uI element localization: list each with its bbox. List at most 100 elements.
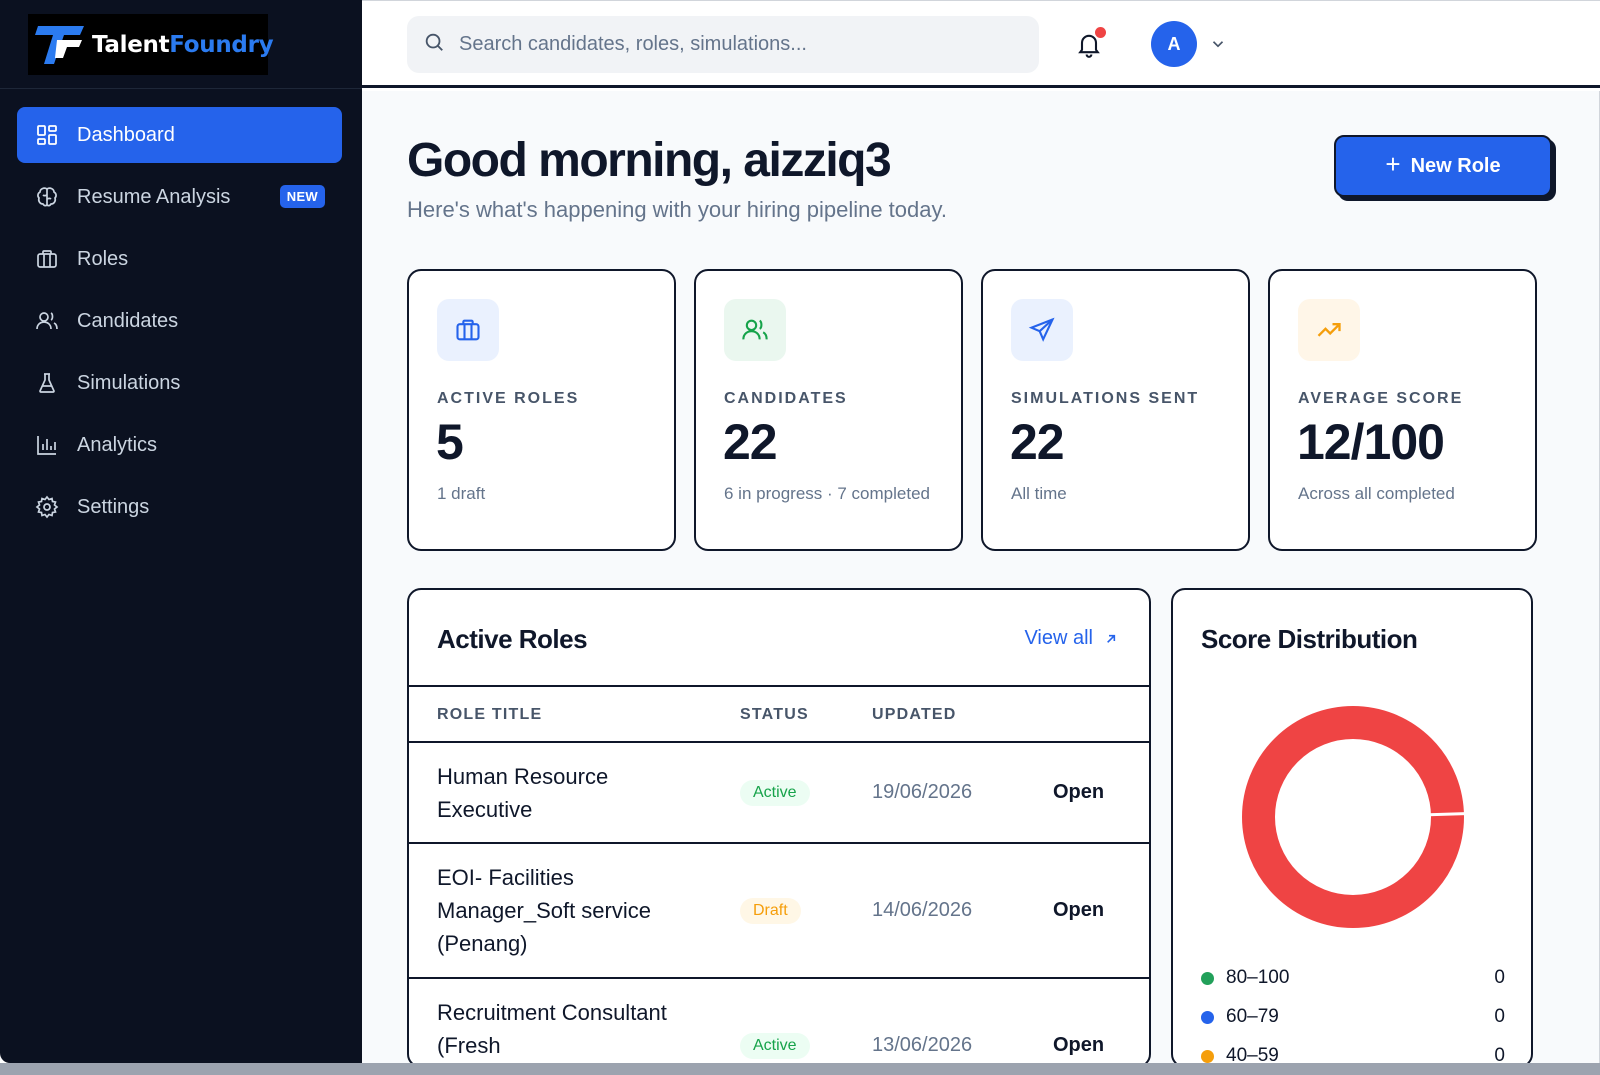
stat-label: AVERAGE SCORE — [1298, 390, 1464, 407]
score-distribution-panel: Score Distribution 80–100 0 60–79 0 40–5… — [1171, 588, 1533, 1068]
sidebar-item-roles[interactable]: Roles — [17, 231, 342, 287]
sidebar: TalentFoundry Dashboard Resume Analysis … — [0, 0, 362, 1063]
sidebar-item-label: Settings — [77, 495, 150, 518]
role-title: Human Resource Executive — [437, 764, 609, 822]
legend-item: 80–100 0 — [1201, 964, 1505, 992]
column-header-updated: UPDATED — [872, 706, 957, 723]
stat-card-simulations-sent: SIMULATIONS SENT 22 All time — [981, 269, 1250, 551]
brand-logo[interactable]: TalentFoundry — [28, 14, 274, 75]
stat-value: 5 — [436, 414, 464, 470]
sidebar-item-label: Analytics — [77, 433, 158, 456]
main-content: Good morning, aizziq3 Here's what's happ… — [362, 91, 1600, 1068]
table-row[interactable]: Recruitment Consultant (Fresh Active 13/… — [409, 979, 1149, 1066]
status-badge: Active — [740, 780, 810, 806]
briefcase-icon — [437, 299, 499, 361]
top-bar: A — [362, 0, 1600, 88]
open-role-button[interactable]: Open — [1053, 899, 1104, 922]
legend-dot — [1201, 971, 1214, 985]
donut-slice-0–39 — [1242, 706, 1465, 928]
notification-dot — [1095, 27, 1106, 38]
briefcase-icon — [35, 247, 59, 271]
role-title: Recruitment Consultant (Fresh — [437, 1000, 667, 1058]
open-role-button[interactable]: Open — [1053, 781, 1104, 804]
column-header-role-title: ROLE TITLE — [437, 706, 543, 723]
brand-name-part2: Foundry — [169, 31, 274, 58]
updated-date: 13/06/2026 — [872, 1034, 973, 1056]
users-icon — [35, 309, 59, 333]
status-badge: Draft — [740, 898, 801, 924]
sidebar-divider — [0, 88, 362, 89]
legend-item: 60–79 0 — [1201, 1003, 1505, 1031]
sidebar-item-simulations[interactable]: Simulations — [17, 355, 342, 411]
users-icon — [724, 299, 786, 361]
arrow-up-right-icon — [1107, 634, 1116, 643]
logo-mark-icon — [34, 20, 88, 70]
legend-dot — [1201, 1049, 1214, 1063]
brand-name: TalentFoundry — [92, 31, 274, 58]
brain-icon — [35, 185, 59, 209]
bar-chart-icon — [35, 433, 59, 457]
stat-label: SIMULATIONS SENT — [1011, 390, 1200, 407]
plus-icon: + — [1385, 149, 1401, 179]
stat-card-candidates: CANDIDATES 22 6 in progress · 7 complete… — [694, 269, 963, 551]
stat-card-active-roles: ACTIVE ROLES 5 1 draft — [407, 269, 676, 551]
sidebar-item-label: Roles — [77, 247, 129, 270]
sidebar-item-resume-analysis[interactable]: Resume Analysis NEW — [17, 169, 342, 225]
sidebar-item-candidates[interactable]: Candidates — [17, 293, 342, 349]
send-icon — [1011, 299, 1073, 361]
sidebar-item-label: Candidates — [77, 309, 179, 332]
new-badge: NEW — [279, 185, 325, 208]
legend-range: 60–79 — [1226, 1006, 1279, 1027]
trending-up-icon — [1298, 299, 1360, 361]
page-title: Good morning, aizziq3 — [407, 134, 892, 187]
sidebar-item-label: Dashboard — [77, 123, 175, 146]
sidebar-item-label: Simulations — [77, 371, 181, 394]
stat-note: All time — [1011, 484, 1067, 503]
view-all-link[interactable]: View all — [1024, 627, 1119, 650]
table-header: ROLE TITLE STATUS UPDATED — [409, 685, 1149, 743]
sidebar-nav: Dashboard Resume Analysis NEW Roles Cand… — [17, 107, 342, 541]
score-donut-chart — [1242, 706, 1465, 928]
legend-count: 0 — [1494, 1006, 1505, 1027]
sidebar-item-settings[interactable]: Settings — [17, 479, 342, 535]
updated-date: 14/06/2026 — [872, 899, 973, 921]
chevron-down-icon[interactable] — [1209, 35, 1227, 53]
view-all-label: View all — [1024, 627, 1093, 649]
status-badge: Active — [740, 1033, 810, 1059]
stat-label: CANDIDATES — [724, 390, 848, 407]
panel-title: Active Roles — [437, 624, 588, 654]
stat-card-average-score: AVERAGE SCORE 12/100 Across all complete… — [1268, 269, 1537, 551]
page-subtitle: Here's what's happening with your hiring… — [407, 197, 947, 222]
role-title: EOI- Facilities Manager_Soft service (Pe… — [437, 865, 651, 956]
stat-value: 12/100 — [1297, 414, 1445, 470]
sidebar-item-label: Resume Analysis — [77, 185, 231, 208]
stat-note: 6 in progress · 7 completed — [724, 484, 930, 503]
new-role-button[interactable]: + New Role — [1334, 135, 1552, 197]
stat-note: 1 draft — [437, 484, 486, 503]
table-row[interactable]: Human Resource Executive Active 19/06/20… — [409, 743, 1149, 844]
window-bottom-edge — [0, 1063, 1600, 1075]
stat-value: 22 — [723, 414, 778, 470]
stat-value: 22 — [1010, 414, 1065, 470]
stat-note: Across all completed — [1298, 484, 1455, 503]
search-input[interactable] — [459, 33, 1019, 56]
table-row[interactable]: EOI- Facilities Manager_Soft service (Pe… — [409, 844, 1149, 979]
flask-icon — [35, 371, 59, 395]
brand-name-part1: Talent — [92, 31, 170, 58]
gear-icon — [35, 495, 59, 519]
new-role-label: New Role — [1410, 154, 1501, 177]
open-role-button[interactable]: Open — [1053, 1034, 1104, 1057]
active-roles-panel: Active Roles View all ROLE TITLE STATUS … — [407, 588, 1151, 1068]
legend-dot — [1201, 1010, 1214, 1024]
dashboard-grid-icon — [35, 123, 59, 147]
legend-range: 80–100 — [1226, 967, 1290, 988]
panel-title: Score Distribution — [1201, 624, 1418, 654]
sidebar-item-analytics[interactable]: Analytics — [17, 417, 342, 473]
search-icon — [423, 31, 445, 58]
search-bar[interactable] — [407, 16, 1039, 73]
column-header-status: STATUS — [740, 706, 809, 723]
user-avatar[interactable]: A — [1151, 21, 1197, 67]
sidebar-item-dashboard[interactable]: Dashboard — [17, 107, 342, 163]
legend-count: 0 — [1494, 967, 1505, 988]
stat-label: ACTIVE ROLES — [437, 390, 580, 407]
